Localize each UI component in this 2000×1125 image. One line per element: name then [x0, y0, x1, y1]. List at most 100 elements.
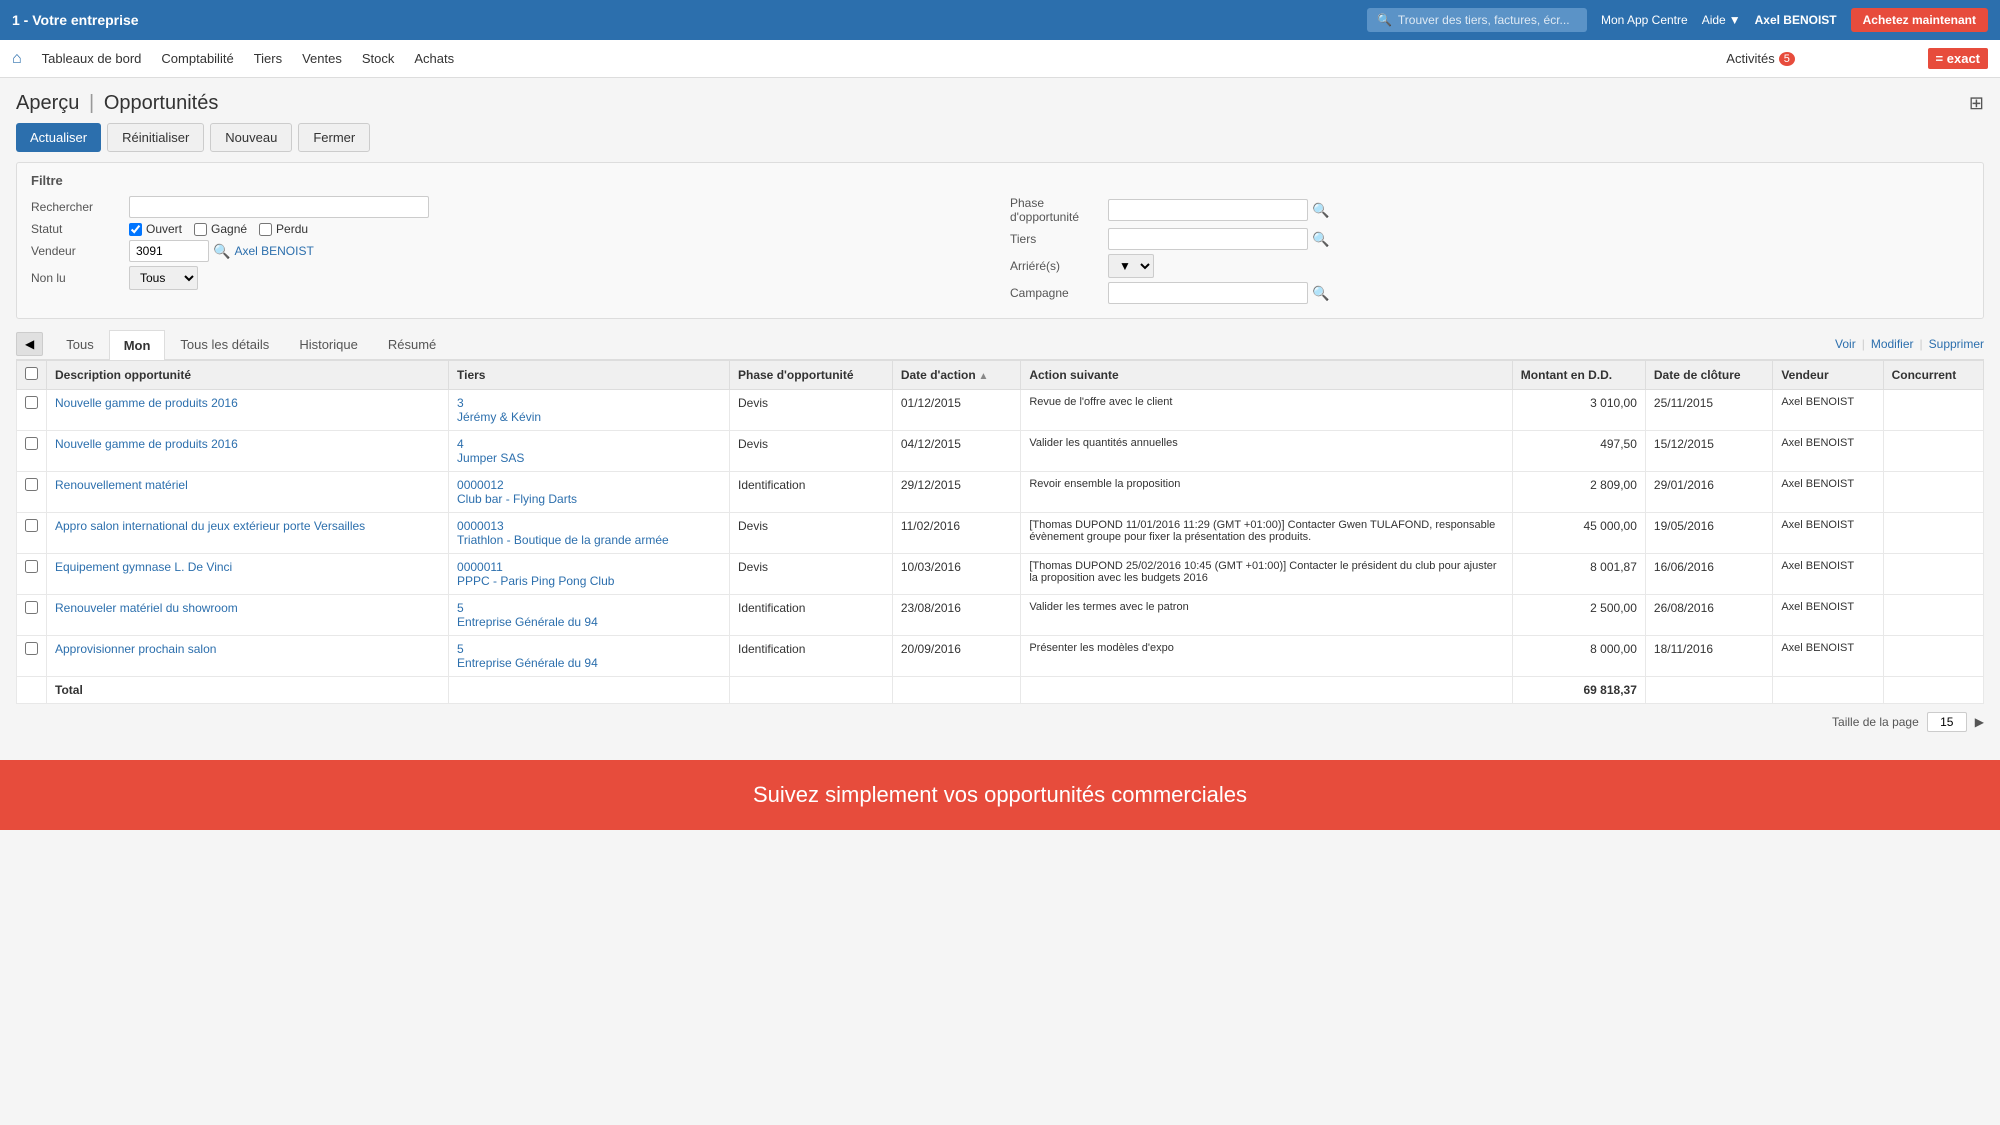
opportunities-table: Description opportunité Tiers Phase d'op… — [16, 360, 1984, 704]
menu-tiers[interactable]: Tiers — [254, 51, 282, 66]
statut-ouvert[interactable]: Ouvert — [129, 222, 182, 236]
search-icon-tiers[interactable]: 🔍 — [1312, 231, 1329, 248]
tiers-num-3[interactable]: 0000013 — [457, 519, 504, 533]
activities-link[interactable]: Activités 5 — [1726, 51, 1795, 66]
menu-stock[interactable]: Stock — [362, 51, 395, 66]
app-center-link[interactable]: Mon App Centre — [1601, 13, 1688, 27]
page-size-input[interactable] — [1927, 712, 1967, 732]
close-button[interactable]: Fermer — [298, 123, 370, 152]
description-link-6[interactable]: Approvisionner prochain salon — [55, 642, 216, 656]
tab-tous-details[interactable]: Tous les détails — [165, 329, 284, 359]
tiers-num-4[interactable]: 0000011 — [457, 560, 503, 574]
row-montant-5: 2 500,00 — [1512, 595, 1645, 636]
search-box[interactable]: 🔍 — [1367, 8, 1587, 32]
supprimer-link[interactable]: Supprimer — [1929, 337, 1984, 351]
menu-comptabilite[interactable]: Comptabilité — [161, 51, 233, 66]
row-concurrent-2 — [1883, 472, 1983, 513]
col-date-action[interactable]: Date d'action — [892, 361, 1020, 390]
filter-tiers-input[interactable] — [1108, 228, 1308, 250]
tiers-name-4[interactable]: PPPC - Paris Ping Pong Club — [457, 574, 614, 588]
reset-button[interactable]: Réinitialiser — [107, 123, 204, 152]
buy-button[interactable]: Achetez maintenant — [1851, 8, 1988, 32]
menu-bar-left: ⌂ Tableaux de bord Comptabilité Tiers Ve… — [12, 50, 454, 68]
user-name[interactable]: Axel BENOIST — [1755, 13, 1837, 27]
menu-achats[interactable]: Achats — [414, 51, 454, 66]
filter-phase-input[interactable] — [1108, 199, 1308, 221]
page-title: Opportunités — [104, 92, 219, 114]
table-row: Appro salon international du jeux extéri… — [17, 513, 1984, 554]
description-link-3[interactable]: Appro salon international du jeux extéri… — [55, 519, 365, 533]
tabs-left: ◀ Tous Mon Tous les détails Historique R… — [16, 329, 451, 359]
description-link-5[interactable]: Renouveler matériel du showroom — [55, 601, 238, 615]
statut-gagne[interactable]: Gagné — [194, 222, 247, 236]
view-icon[interactable]: ⊞ — [1969, 93, 1984, 114]
tiers-num-1[interactable]: 4 — [457, 437, 464, 451]
checkbox-ouvert[interactable] — [129, 223, 142, 236]
filter-nonlu-label: Non lu — [31, 271, 121, 285]
statut-perdu[interactable]: Perdu — [259, 222, 308, 236]
tiers-num-6[interactable]: 5 — [457, 642, 464, 656]
table-foot: Total 69 818,37 — [17, 677, 1984, 704]
row-checkbox-4[interactable] — [17, 554, 47, 595]
checkbox-perdu[interactable] — [259, 223, 272, 236]
refresh-button[interactable]: Actualiser — [16, 123, 101, 152]
filter-arrieres-select[interactable]: ▼ — [1108, 254, 1154, 278]
filter-left: Rechercher Statut Ouvert Gagné Perdu — [31, 196, 990, 308]
menu-ventes[interactable]: Ventes — [302, 51, 342, 66]
row-checkbox-6[interactable] — [17, 636, 47, 677]
voir-link[interactable]: Voir — [1835, 337, 1856, 351]
search-icon-phase[interactable]: 🔍 — [1312, 202, 1329, 219]
tiers-name-2[interactable]: Club bar - Flying Darts — [457, 492, 577, 506]
filter-campagne-input[interactable] — [1108, 282, 1308, 304]
back-button[interactable]: ◀ — [16, 332, 43, 356]
help-link[interactable]: Aide ▼ — [1702, 13, 1741, 27]
description-link-2[interactable]: Renouvellement matériel — [55, 478, 188, 492]
search-icon-vendeur[interactable]: 🔍 — [213, 243, 230, 260]
tiers-name-5[interactable]: Entreprise Générale du 94 — [457, 615, 598, 629]
filter-tiers-input-group: 🔍 — [1108, 228, 1329, 250]
tiers-name-1[interactable]: Jumper SAS — [457, 451, 524, 465]
top-nav-right: 🔍 Mon App Centre Aide ▼ Axel BENOIST Ach… — [1367, 8, 1988, 32]
row-montant-4: 8 001,87 — [1512, 554, 1645, 595]
tab-resume[interactable]: Résumé — [373, 329, 451, 359]
description-link-0[interactable]: Nouvelle gamme de produits 2016 — [55, 396, 238, 410]
checkbox-gagne[interactable] — [194, 223, 207, 236]
tiers-name-0[interactable]: Jérémy & Kévin — [457, 410, 541, 424]
filter-rechercher-input[interactable] — [129, 196, 429, 218]
tiers-num-0[interactable]: 3 — [457, 396, 464, 410]
description-link-4[interactable]: Equipement gymnase L. De Vinci — [55, 560, 232, 574]
tab-mon[interactable]: Mon — [109, 330, 166, 360]
tiers-num-5[interactable]: 5 — [457, 601, 464, 615]
search-input[interactable] — [1398, 13, 1577, 27]
search-icon-campagne[interactable]: 🔍 — [1312, 285, 1329, 302]
next-page-icon[interactable]: ▶ — [1975, 715, 1984, 729]
modifier-link[interactable]: Modifier — [1871, 337, 1914, 351]
vendeur-link[interactable]: Axel BENOIST — [234, 244, 313, 258]
row-action-suivante-1: Valider les quantités annuelles — [1021, 431, 1512, 472]
col-checkbox — [17, 361, 47, 390]
tiers-name-6[interactable]: Entreprise Générale du 94 — [457, 656, 598, 670]
row-checkbox-0[interactable] — [17, 390, 47, 431]
row-date-cloture-2: 29/01/2016 — [1645, 472, 1772, 513]
documents-link[interactable]: Documents — [1809, 52, 1870, 66]
company-name[interactable]: 1 - Votre entreprise — [12, 12, 139, 28]
row-checkbox-2[interactable] — [17, 472, 47, 513]
home-icon[interactable]: ⌂ — [12, 50, 22, 68]
tiers-name-3[interactable]: Triathlon - Boutique de la grande armée — [457, 533, 669, 547]
tiers-num-2[interactable]: 0000012 — [457, 478, 504, 492]
new-button[interactable]: Nouveau — [210, 123, 292, 152]
filter-nonlu-select[interactable]: Tous Non lu — [129, 266, 198, 290]
top-nav-left: 1 - Votre entreprise — [12, 12, 139, 28]
row-checkbox-1[interactable] — [17, 431, 47, 472]
filter-phase-input-group: 🔍 — [1108, 199, 1329, 221]
row-concurrent-1 — [1883, 431, 1983, 472]
menu-tableaux[interactable]: Tableaux de bord — [42, 51, 142, 66]
select-all-checkbox[interactable] — [25, 367, 38, 380]
description-link-1[interactable]: Nouvelle gamme de produits 2016 — [55, 437, 238, 451]
tab-historique[interactable]: Historique — [284, 329, 373, 359]
create-link[interactable]: Créer — [1884, 52, 1914, 66]
tab-tous[interactable]: Tous — [51, 329, 108, 359]
filter-vendeur-input[interactable] — [129, 240, 209, 262]
row-checkbox-5[interactable] — [17, 595, 47, 636]
row-checkbox-3[interactable] — [17, 513, 47, 554]
